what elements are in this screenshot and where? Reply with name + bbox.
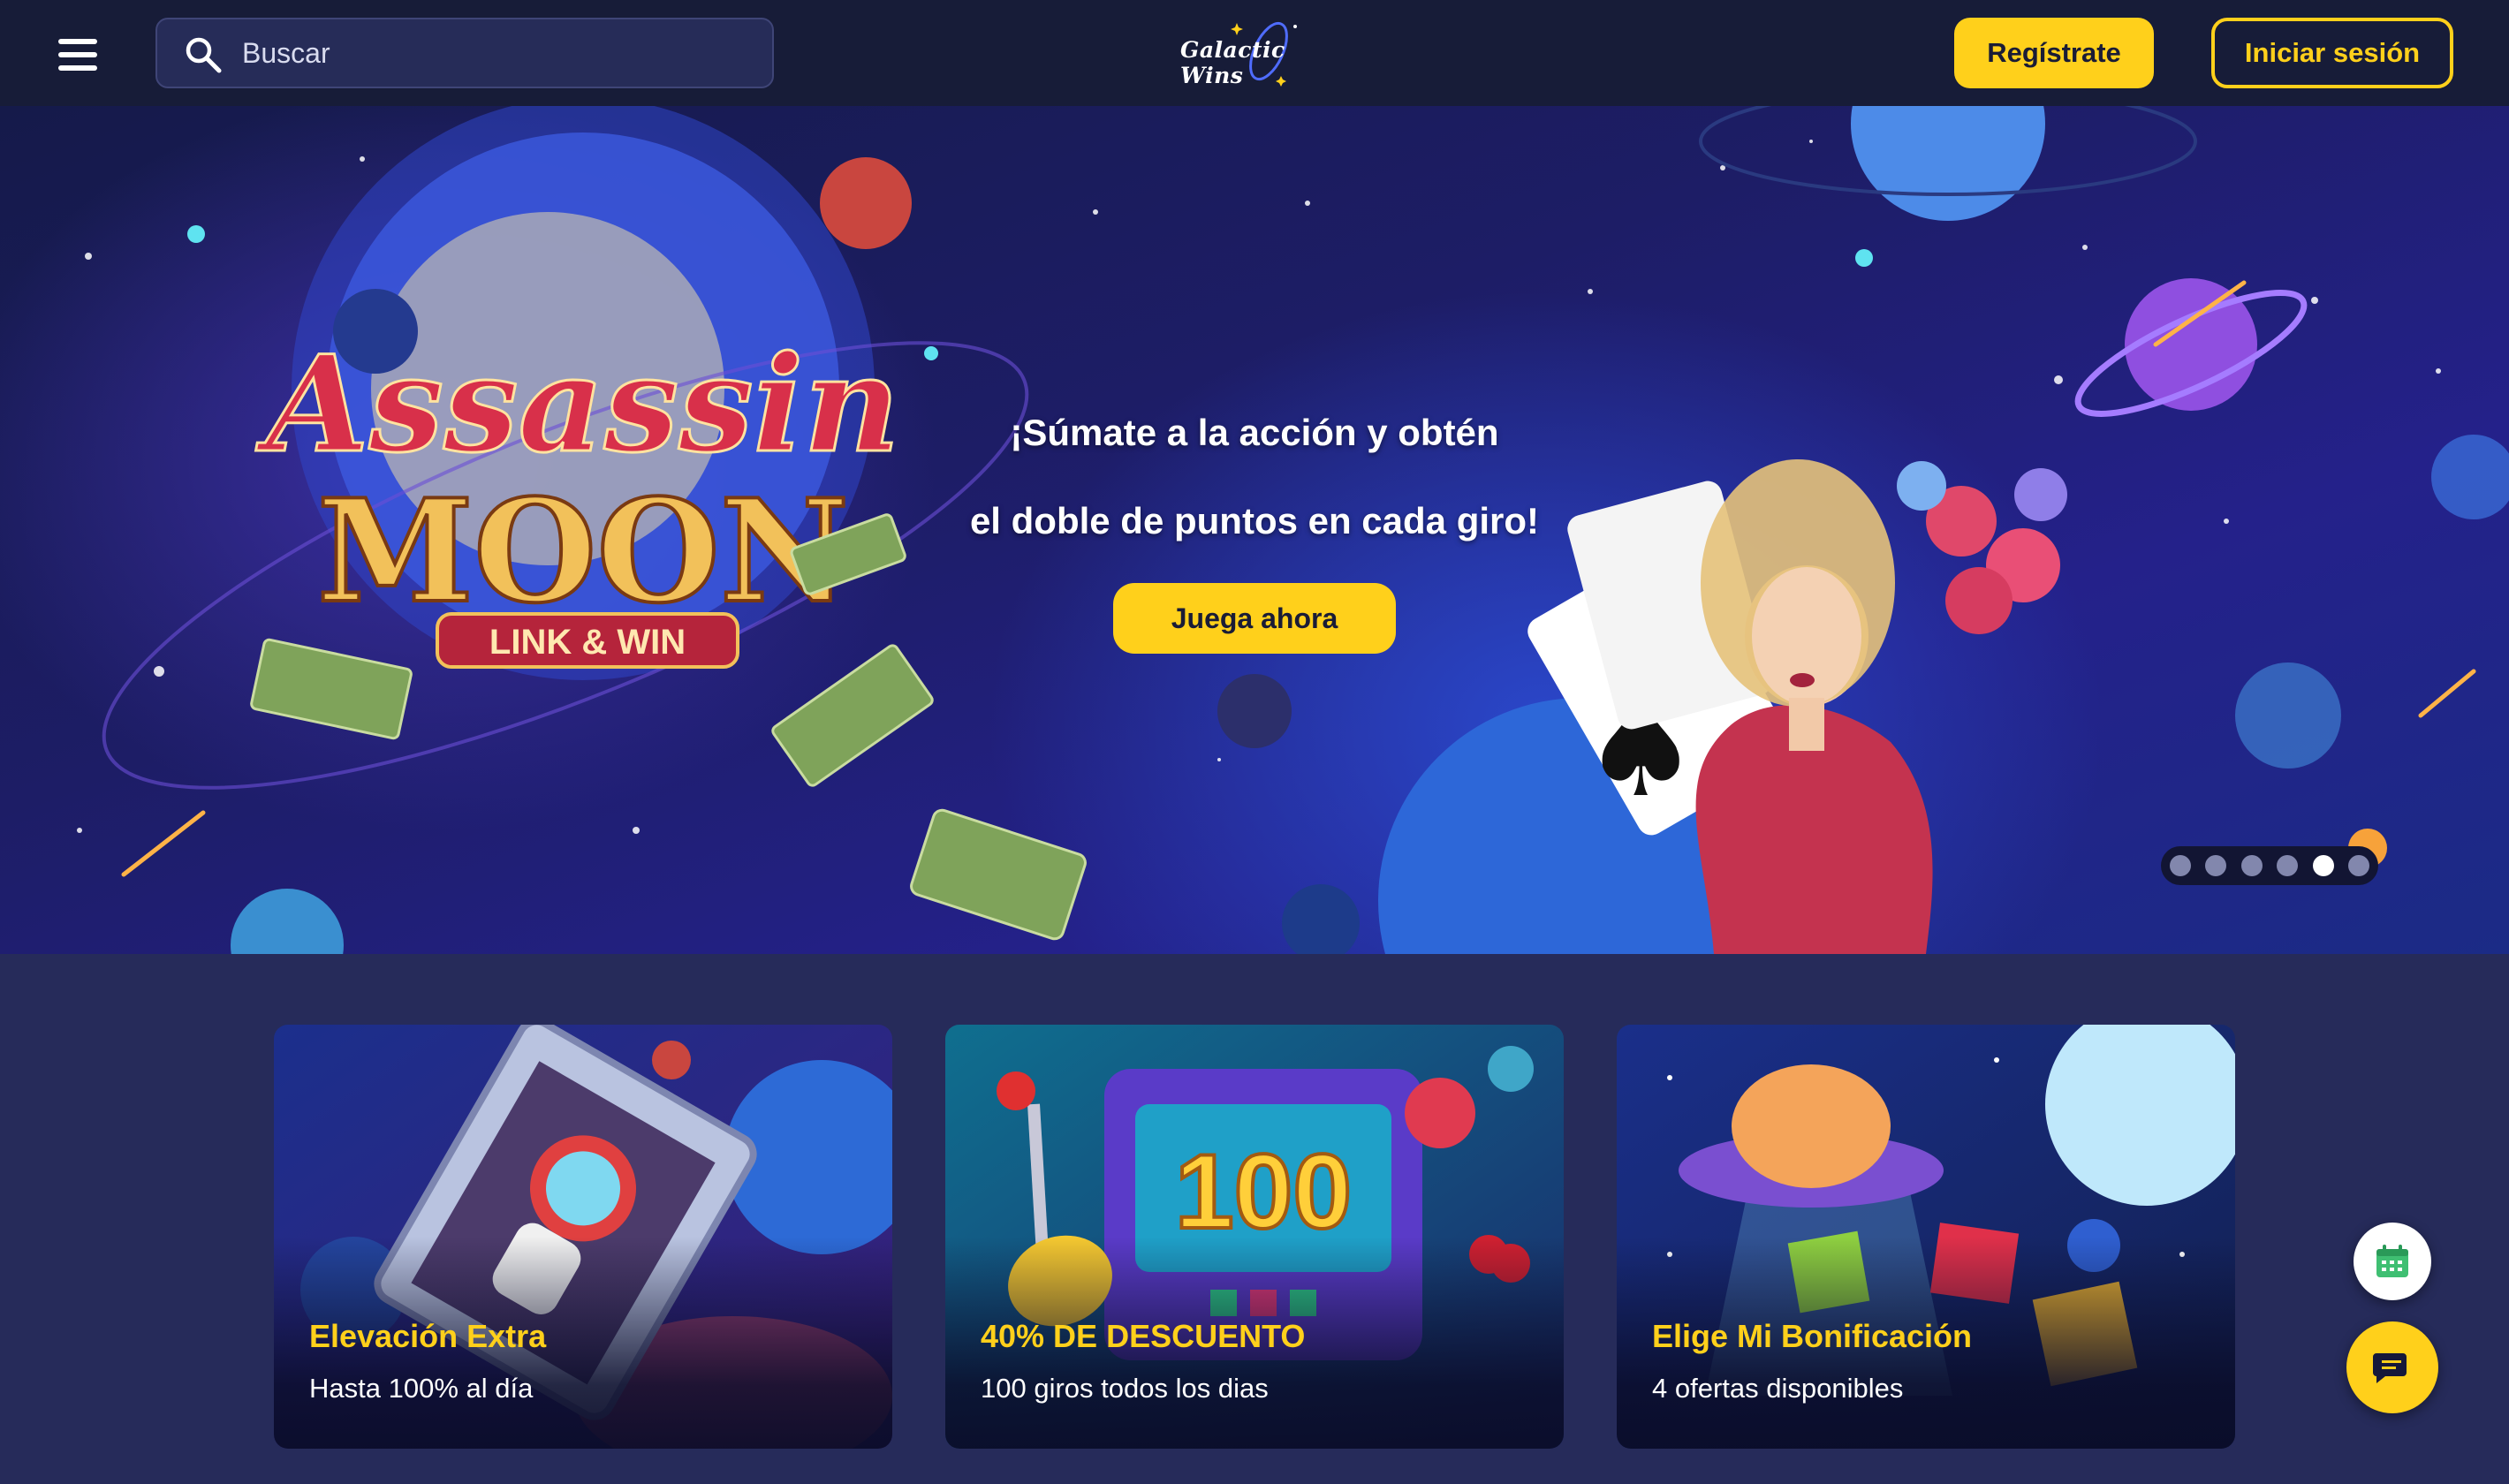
search-input[interactable] (242, 19, 754, 87)
carousel-dot-2[interactable] (2205, 855, 2227, 876)
svg-text:100: 100 (1175, 1132, 1352, 1251)
calendar-button[interactable] (2354, 1223, 2431, 1300)
promo-subtitle: Hasta 100% al día (309, 1373, 534, 1404)
svg-text:Assassin: Assassin (255, 327, 899, 482)
promo-card-choose-bonus[interactable]: Elige Mi Bonificación 4 ofertas disponib… (1617, 1025, 2235, 1449)
promo-subtitle: 100 giros todos los dias (981, 1373, 1269, 1404)
play-now-button[interactable]: Juega ahora (1113, 583, 1396, 654)
svg-text:LINK & WIN: LINK & WIN (489, 623, 686, 662)
register-button[interactable]: Regístrate (1954, 18, 2154, 88)
search-icon (186, 37, 222, 73)
carousel-dots (2161, 846, 2378, 885)
carousel-dot-6[interactable] (2347, 855, 2369, 876)
promo-title: Elevación Extra (309, 1318, 547, 1354)
logo-text: Galactic Wins (1180, 37, 1285, 88)
promo-title: Elige Mi Bonificación (1652, 1318, 1973, 1354)
carousel-dot-5[interactable] (2312, 855, 2334, 876)
chat-button[interactable] (2346, 1321, 2438, 1413)
promo-card-discount[interactable]: 100 40% DE DESCUENTO 100 giros todos los… (945, 1025, 1564, 1449)
promo-subtitle: 4 ofertas disponibles (1652, 1373, 1904, 1404)
svg-text:MOON: MOON (317, 468, 849, 634)
promo-card-extra-elevation[interactable]: Elevación Extra Hasta 100% al día (274, 1025, 892, 1449)
hero-headline-line2: el doble de puntos en cada giro! (969, 500, 1540, 541)
chat-icon (2373, 1353, 2407, 1383)
search-box[interactable] (155, 18, 774, 88)
top-header: Galactic Wins Regístrate Iniciar sesión (0, 0, 2509, 106)
promo-title: 40% DE DESCUENTO (981, 1318, 1306, 1354)
hero-banner[interactable]: Assassin MOON LINK & WIN ♠ ¡Súmate a la … (0, 106, 2509, 954)
carousel-dot-3[interactable] (2240, 855, 2263, 876)
login-button[interactable]: Iniciar sesión (2211, 18, 2453, 88)
carousel-dot-1[interactable] (2170, 855, 2191, 876)
hero-headline-line1: ¡Súmate a la acción y obtén (1010, 412, 1499, 453)
calendar-icon (2376, 1245, 2408, 1277)
game-logo: Assassin MOON LINK & WIN (254, 326, 901, 669)
menu-icon[interactable] (51, 35, 104, 74)
galactic-wins-logo[interactable]: Galactic Wins (1175, 14, 1334, 92)
carousel-dot-4[interactable] (2277, 855, 2299, 876)
